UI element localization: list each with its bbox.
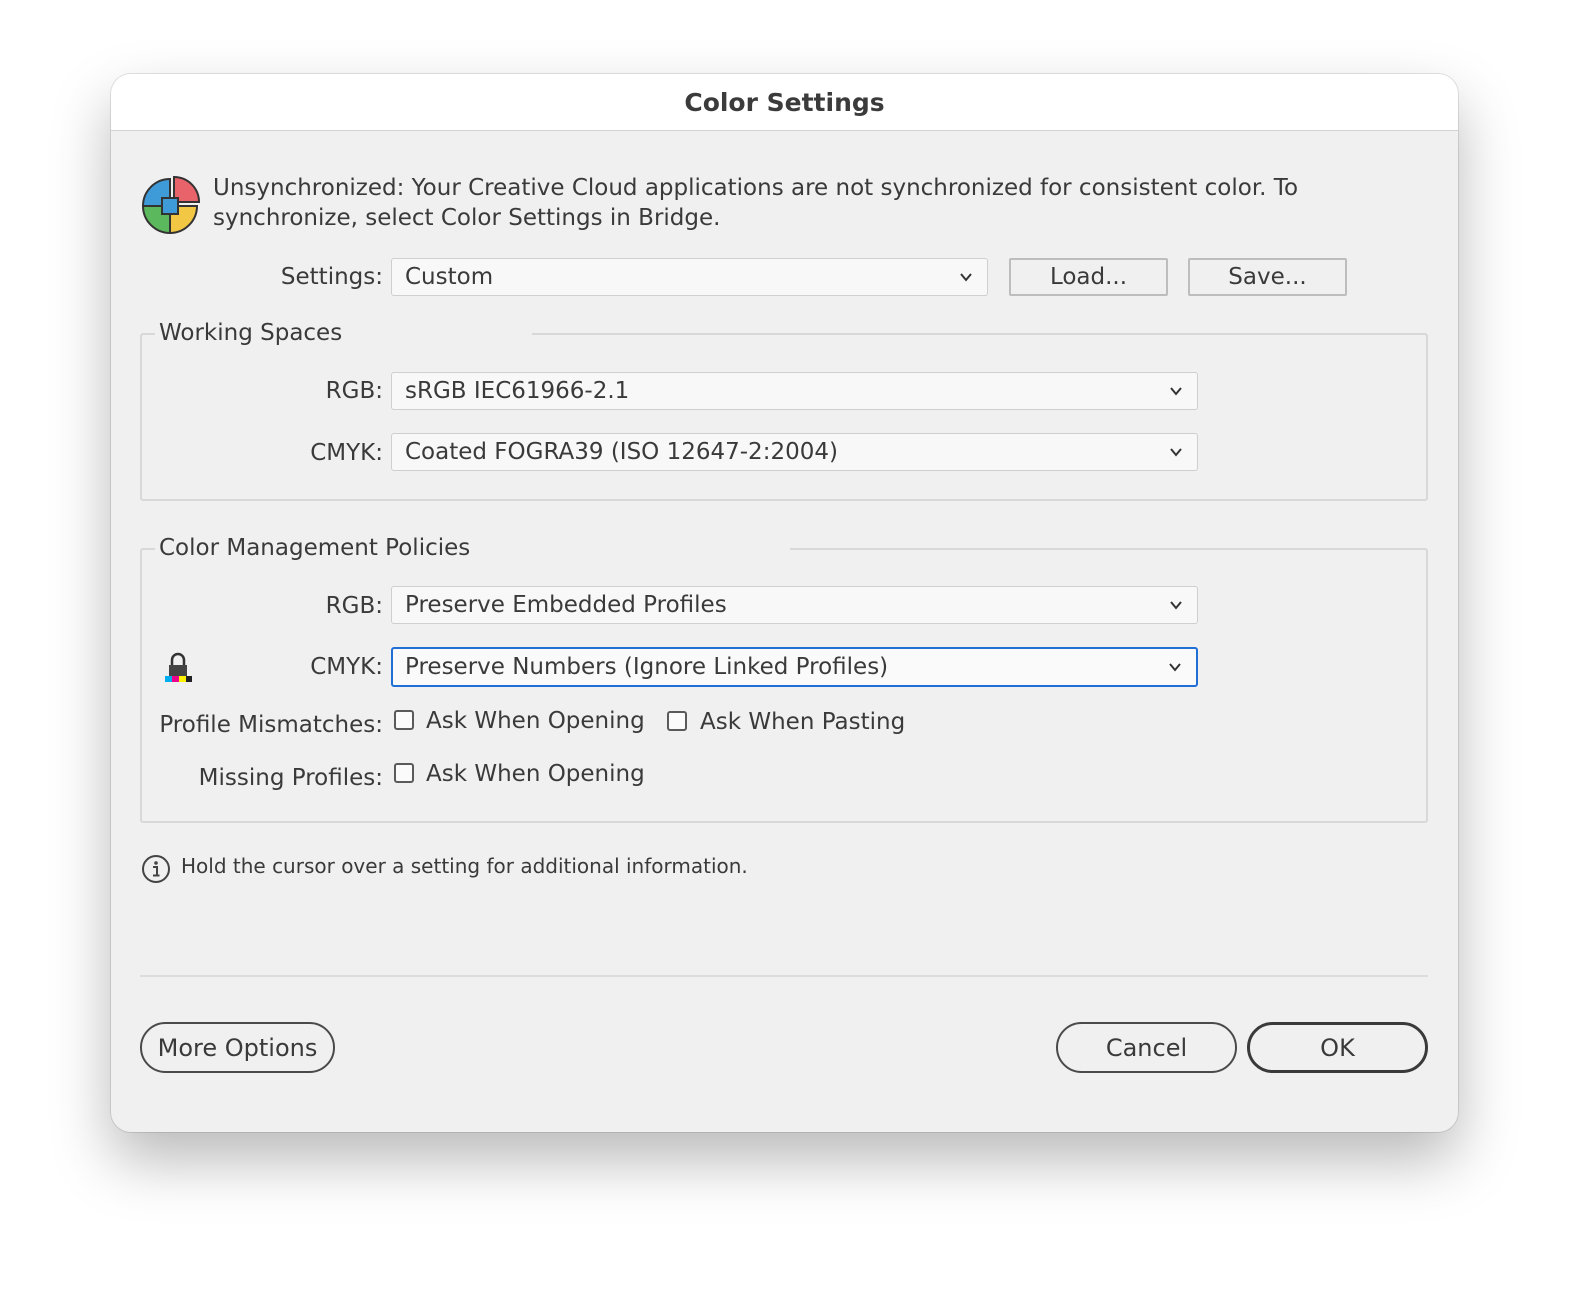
settings-label: Settings: xyxy=(280,264,383,290)
working-rgb-select[interactable]: sRGB IEC61966-2.1 xyxy=(391,372,1198,410)
missing-ask-opening-checkbox[interactable] xyxy=(394,763,414,783)
sync-message-line-2: synchronize, select Color Settings in Br… xyxy=(213,205,721,231)
policy-rgb-label: RGB: xyxy=(325,593,383,619)
sync-message: Unsynchronized: Your Creative Cloud appl… xyxy=(213,173,1298,233)
profile-mismatches-label: Profile Mismatches: xyxy=(159,712,383,738)
chevron-down-icon xyxy=(1169,663,1181,672)
policy-rgb-value: Preserve Embedded Profiles xyxy=(405,592,727,618)
footer-divider xyxy=(140,975,1428,977)
ok-button[interactable]: OK xyxy=(1247,1022,1428,1073)
info-icon xyxy=(142,855,170,883)
save-button[interactable]: Save... xyxy=(1188,258,1347,296)
settings-select-value: Custom xyxy=(405,264,494,290)
mismatch-ask-opening-checkbox[interactable] xyxy=(394,710,414,730)
missing-ask-opening-label[interactable]: Ask When Opening xyxy=(426,761,645,787)
sync-message-line-1: Unsynchronized: Your Creative Cloud appl… xyxy=(213,175,1299,201)
color-settings-dialog: Color Settings Unsynchronized: Your Crea… xyxy=(111,74,1458,1132)
working-cmyk-value: Coated FOGRA39 (ISO 12647-2:2004) xyxy=(405,439,838,465)
policy-cmyk-value: Preserve Numbers (Ignore Linked Profiles… xyxy=(405,654,889,680)
chevron-down-icon xyxy=(1170,601,1182,610)
mismatch-ask-pasting-checkbox[interactable] xyxy=(667,711,687,731)
policy-rgb-select[interactable]: Preserve Embedded Profiles xyxy=(391,586,1198,624)
working-rgb-value: sRGB IEC61966-2.1 xyxy=(405,378,630,404)
load-button[interactable]: Load... xyxy=(1009,258,1168,296)
policies-legend: Color Management Policies xyxy=(155,535,791,561)
working-rgb-label: RGB: xyxy=(325,378,383,404)
missing-profiles-label: Missing Profiles: xyxy=(198,765,383,791)
mismatch-ask-opening-label[interactable]: Ask When Opening xyxy=(426,708,645,734)
chevron-down-icon xyxy=(960,273,972,282)
working-spaces-legend: Working Spaces xyxy=(155,320,533,346)
working-spaces-group xyxy=(140,333,1428,501)
title-bar: Color Settings xyxy=(111,74,1458,131)
color-sync-icon xyxy=(141,176,200,235)
working-cmyk-label: CMYK: xyxy=(310,440,383,466)
policy-cmyk-select[interactable]: Preserve Numbers (Ignore Linked Profiles… xyxy=(391,647,1198,687)
more-options-button[interactable]: More Options xyxy=(140,1022,335,1073)
chevron-down-icon xyxy=(1170,387,1182,396)
settings-select[interactable]: Custom xyxy=(391,258,988,296)
chevron-down-icon xyxy=(1170,448,1182,457)
window-title: Color Settings xyxy=(684,87,885,117)
info-text: Hold the cursor over a setting for addit… xyxy=(181,854,748,878)
cancel-button[interactable]: Cancel xyxy=(1056,1022,1237,1073)
policy-cmyk-label: CMYK: xyxy=(310,654,383,680)
working-cmyk-select[interactable]: Coated FOGRA39 (ISO 12647-2:2004) xyxy=(391,433,1198,471)
mismatch-ask-pasting-label[interactable]: Ask When Pasting xyxy=(700,709,905,735)
